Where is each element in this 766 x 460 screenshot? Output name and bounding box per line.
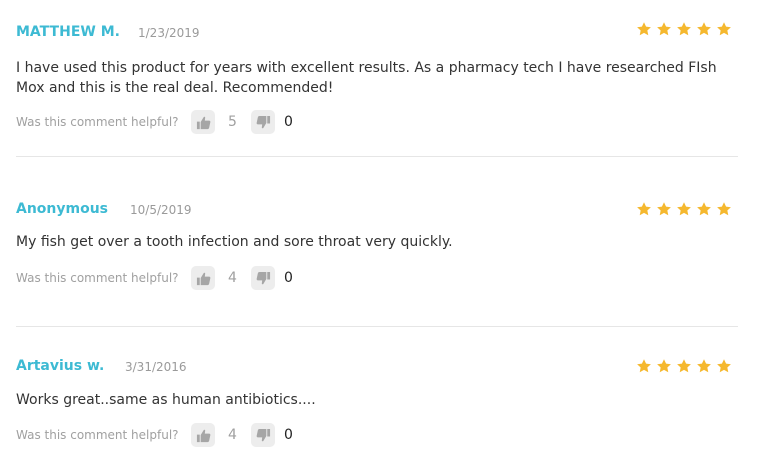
review-item: Artavius w. 3/31/2016 Works great..same … <box>16 327 738 460</box>
helpful-prompt: Was this comment helpful? <box>16 271 179 285</box>
thumbs-up-icon <box>196 429 210 442</box>
review-text: My fish get over a tooth infection and s… <box>16 234 453 250</box>
star-icon <box>677 22 691 36</box>
helpful-down-count: 0 <box>284 427 293 443</box>
review-item: MATTHEW M. 1/23/2019 I have used this pr… <box>16 0 738 157</box>
star-icon <box>657 22 671 36</box>
helpful-prompt: Was this comment helpful? <box>16 428 179 442</box>
star-icon <box>697 202 711 216</box>
thumbs-down-icon <box>256 115 270 128</box>
review-author: MATTHEW M. <box>16 24 120 40</box>
thumbs-up-button[interactable] <box>191 266 215 290</box>
thumbs-down-icon <box>256 428 270 441</box>
star-icon <box>657 202 671 216</box>
review-date: 3/31/2016 <box>125 360 187 374</box>
helpful-up-count: 5 <box>228 114 237 130</box>
review-text: Works great..same as human antibiotics..… <box>16 392 316 408</box>
review-text: I have used this product for years with … <box>16 60 717 96</box>
review-date: 1/23/2019 <box>138 26 200 40</box>
thumbs-up-icon <box>196 116 210 129</box>
helpful-row: Was this comment helpful? 4 0 <box>16 266 293 290</box>
helpful-row: Was this comment helpful? 5 0 <box>16 110 293 134</box>
star-icon <box>717 202 731 216</box>
star-icon <box>677 202 691 216</box>
helpful-up-count: 4 <box>228 427 237 443</box>
helpful-down-count: 0 <box>284 114 293 130</box>
thumbs-down-button[interactable] <box>251 266 275 290</box>
thumbs-down-icon <box>256 271 270 284</box>
star-rating <box>636 201 732 217</box>
helpful-prompt: Was this comment helpful? <box>16 115 179 129</box>
star-icon <box>637 202 651 216</box>
star-rating <box>636 358 732 374</box>
star-icon <box>697 359 711 373</box>
helpful-down-count: 0 <box>284 270 293 286</box>
star-icon <box>637 359 651 373</box>
thumbs-up-button[interactable] <box>191 423 215 447</box>
star-icon <box>717 359 731 373</box>
review-author: Artavius w. <box>16 358 105 374</box>
star-icon <box>697 22 711 36</box>
thumbs-down-button[interactable] <box>251 110 275 134</box>
star-rating <box>636 21 732 37</box>
review-date: 10/5/2019 <box>130 203 192 217</box>
review-author: Anonymous <box>16 201 109 217</box>
thumbs-up-icon <box>196 272 210 285</box>
thumbs-down-button[interactable] <box>251 423 275 447</box>
star-icon <box>657 359 671 373</box>
helpful-up-count: 4 <box>228 270 237 286</box>
star-icon <box>637 22 651 36</box>
helpful-row: Was this comment helpful? 4 0 <box>16 423 293 447</box>
star-icon <box>717 22 731 36</box>
star-icon <box>677 359 691 373</box>
thumbs-up-button[interactable] <box>191 110 215 134</box>
review-item: Anonymous 10/5/2019 My fish get over a t… <box>16 170 738 327</box>
